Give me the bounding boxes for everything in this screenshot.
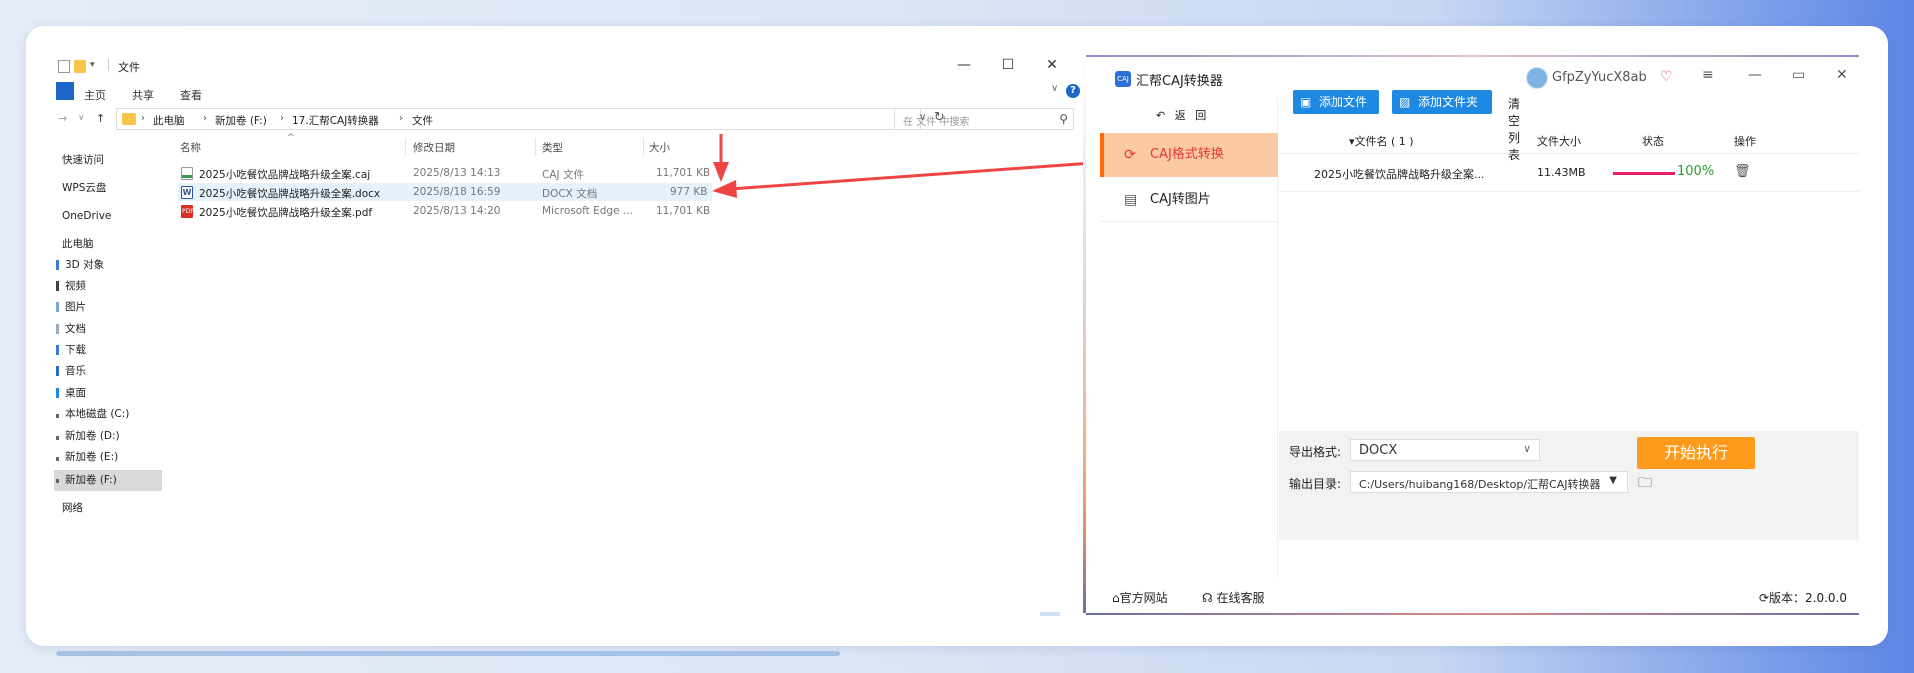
add-folder-icon: ▨ [1399, 95, 1411, 109]
caj-converter-window: CAJ 汇帮CAJ转换器 GfpZyYucX8ab ♡ ≡ — ▭ ✕ ↶ 返 … [1086, 57, 1859, 613]
output-dir-label: 输出目录: [1289, 477, 1342, 491]
header-file-name[interactable]: ▾文件名 ( 1 ) [1349, 133, 1414, 149]
add-folder-button[interactable]: ▨ 添加文件夹 [1392, 90, 1492, 114]
headset-icon: ☊ [1202, 591, 1217, 605]
app-title: 汇帮CAJ转换器 [1136, 74, 1223, 89]
maximize-button[interactable]: ▭ [1792, 67, 1805, 83]
open-folder-icon[interactable]: 🗀 [1638, 472, 1652, 496]
undo-arrow-icon: ↶ [1156, 109, 1175, 122]
export-format-label: 导出格式: [1289, 445, 1342, 459]
progress-percent: 100% [1677, 164, 1715, 179]
menu-icon[interactable]: ≡ [1702, 67, 1714, 83]
start-button[interactable]: 开始执行 [1637, 437, 1755, 469]
home-icon: ⌂ [1112, 591, 1120, 605]
close-button[interactable]: ✕ [1836, 67, 1848, 83]
back-button[interactable]: ↶ 返 回 [1156, 107, 1209, 123]
row-file-name: 2025小吃餐饮品牌战略升级全案... [1314, 168, 1485, 181]
chevron-down-icon: ∨ [1522, 442, 1531, 455]
app-sidebar: ↶ 返 回 ⟳ CAJ格式转换 ▤ CAJ转图片 [1100, 98, 1278, 578]
refresh-icon: ⟳ [1124, 147, 1136, 163]
arrowhead-left [712, 180, 737, 198]
official-site-link[interactable]: ⌂官方网站 [1112, 589, 1168, 606]
app-footer: ⌂官方网站 ☊ 在线客服 ⟳版本：2.0.0.0 [1100, 582, 1859, 612]
dropdown-caret-icon: ▼ [1609, 475, 1617, 486]
sidebar-item-caj-image[interactable]: ▤ CAJ转图片 [1100, 178, 1278, 222]
progress-fill [1613, 172, 1675, 175]
version-label: ⟳版本：2.0.0.0 [1758, 591, 1847, 605]
user-name[interactable]: GfpZyYucX8ab [1552, 70, 1647, 85]
scroll-indicator [1040, 612, 1060, 616]
export-format-value: DOCX [1359, 443, 1398, 458]
output-dir-value: C:/Users/huibang168/Desktop/汇帮CAJ转换器 [1359, 478, 1601, 491]
add-file-button[interactable]: ▣ 添加文件 [1293, 90, 1379, 114]
header-file-size: 文件大小 [1537, 135, 1581, 148]
output-dir-select[interactable]: C:/Users/huibang168/Desktop/汇帮CAJ转换器 ▼ [1350, 471, 1628, 493]
minimize-button[interactable]: — [1748, 67, 1762, 83]
active-indicator [1100, 133, 1104, 177]
header-status: 状态 [1642, 135, 1664, 148]
trash-icon[interactable]: 🗑 [1734, 164, 1751, 179]
refresh-icon: ⟳ [1758, 591, 1770, 605]
arrowhead-down [713, 162, 729, 182]
header-action: 操作 [1734, 135, 1756, 148]
online-service-link[interactable]: ☊ 在线客服 [1202, 589, 1265, 606]
file-table-row[interactable]: 2025小吃餐饮品牌战略升级全案... 11.43MB 100% 🗑 [1279, 154, 1859, 192]
sidebar-item-caj-format[interactable]: ⟳ CAJ格式转换 [1100, 133, 1278, 177]
row-file-size: 11.43MB [1537, 166, 1586, 179]
vip-diamond-icon[interactable]: ♡ [1660, 69, 1673, 85]
avatar[interactable] [1526, 67, 1548, 89]
add-file-icon: ▣ [1300, 95, 1312, 109]
progress-bar [1613, 172, 1675, 175]
document-icon: ▤ [1124, 192, 1138, 208]
annotation-arrow-left [729, 160, 1107, 191]
app-logo-icon: CAJ [1115, 71, 1131, 87]
output-settings: 导出格式: DOCX ∨ 输出目录: C:/Users/huibang168/D… [1279, 431, 1859, 540]
file-table-header: ▾文件名 ( 1 ) 文件大小 状态 操作 [1279, 128, 1859, 154]
export-format-select[interactable]: DOCX ∨ [1350, 439, 1540, 461]
